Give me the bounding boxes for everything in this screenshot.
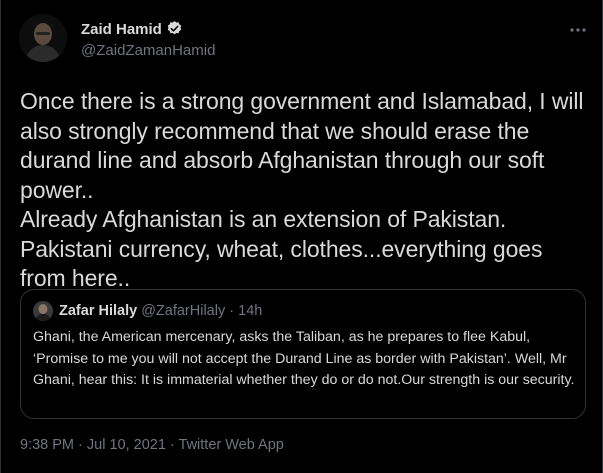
quoted-author-name[interactable]: Zafar Hilaly [59,303,137,319]
quoted-author-avatar[interactable] [33,301,53,321]
tweet-card: Zaid Hamid @ZaidZamanHamid Once there is… [0,0,603,473]
author-name[interactable]: Zaid Hamid [81,20,183,41]
author-handle[interactable]: @ZaidZamanHamid [81,42,215,59]
tweet-time[interactable]: 9:38 PM [20,437,74,453]
quoted-separator: · [229,303,235,319]
quoted-author-handle[interactable]: @ZafarHilaly [141,303,225,319]
quoted-time[interactable]: 14h [238,303,262,319]
quoted-tweet[interactable]: Zafar Hilaly @ZafarHilaly · 14h Ghani, t… [20,289,586,419]
quoted-text: Ghani, the American mercenary, asks the … [33,329,575,388]
author-name-text: Zaid Hamid [81,21,162,38]
quoted-header: Zafar Hilaly @ZafarHilaly · 14h [59,303,262,319]
author-avatar[interactable] [19,14,67,62]
meta-separator: · [165,437,179,453]
tweet-meta: 9:38 PM · Jul 10, 2021 · Twitter Web App [20,437,284,453]
more-horizontal-icon [570,28,586,32]
meta-separator: · [74,437,87,453]
tweet-text: Once there is a strong government and Is… [20,88,584,291]
more-options-button[interactable] [567,22,589,38]
tweet-date[interactable]: Jul 10, 2021 [87,437,166,453]
verified-badge-icon [166,20,183,41]
tweet-source[interactable]: Twitter Web App [179,437,284,453]
